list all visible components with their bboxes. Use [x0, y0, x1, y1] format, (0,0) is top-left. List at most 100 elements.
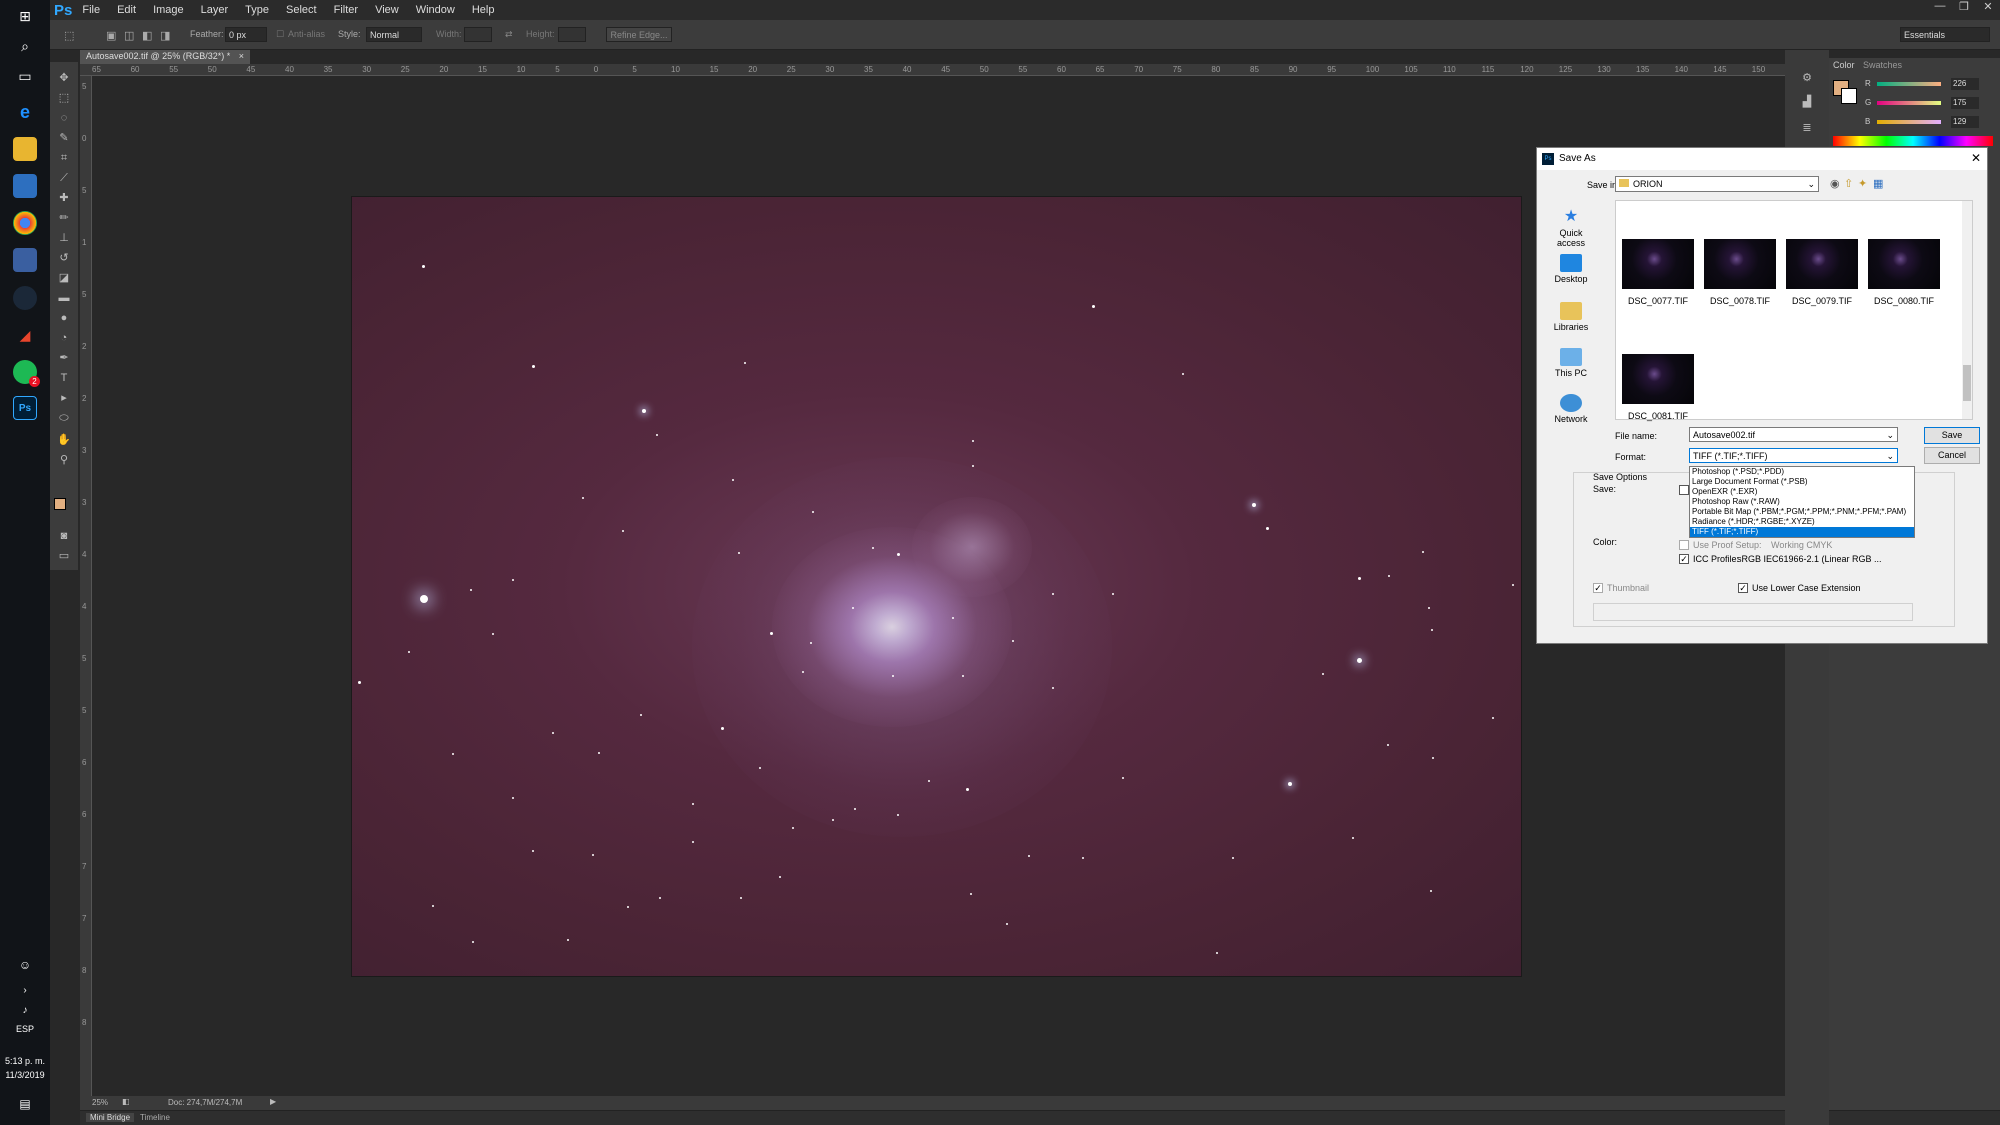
new-folder-icon[interactable]: ✦ — [1858, 177, 1867, 190]
app-icon[interactable]: ◢ — [13, 323, 37, 347]
file-item[interactable]: DSC_0078.TIF — [1704, 239, 1776, 306]
photoshop-taskbar-icon[interactable]: Ps — [13, 396, 37, 420]
menu-layer[interactable]: Layer — [201, 4, 229, 16]
file-list-scrollbar[interactable] — [1962, 201, 1972, 419]
quick-mask-icon[interactable]: ◙ — [56, 528, 72, 544]
orion-nebula-image[interactable] — [351, 196, 1522, 977]
menu-help[interactable]: Help — [472, 4, 495, 16]
swap-icon[interactable]: ⇄ — [505, 29, 513, 40]
blur-tool-icon[interactable]: ● — [56, 310, 72, 326]
chat-app-icon[interactable]: 2 — [13, 360, 40, 387]
format-option[interactable]: Photoshop (*.PSD;*.PDD) — [1690, 467, 1914, 477]
lasso-tool-icon[interactable]: ◌ — [56, 110, 72, 126]
vertical-ruler[interactable]: 5 0 5 1 5 2 2 3 3 4 4 5 5 6 6 7 7 8 8 — [80, 76, 92, 1096]
pen-tool-icon[interactable]: ✒ — [56, 350, 72, 366]
file-item[interactable]: DSC_0079.TIF — [1786, 239, 1858, 306]
document-tab[interactable]: Autosave002.tif @ 25% (RGB/32*) * × — [80, 50, 250, 64]
nav-network[interactable]: Network — [1549, 394, 1593, 424]
store-icon[interactable] — [13, 174, 37, 198]
format-option-selected[interactable]: TIFF (*.TIF;*.TIFF) — [1690, 527, 1914, 537]
task-view-icon[interactable]: ▭ — [13, 64, 37, 88]
style-select[interactable]: Normal — [366, 27, 422, 42]
save-button[interactable]: Save — [1924, 427, 1980, 444]
height-input[interactable] — [558, 27, 586, 42]
history-panel-icon[interactable]: ⚙ — [1799, 70, 1815, 86]
up-folder-icon[interactable]: ⇧ — [1844, 177, 1853, 190]
file-explorer-icon[interactable] — [13, 137, 37, 161]
tab-swatches[interactable]: Swatches — [1863, 60, 1902, 70]
menu-view[interactable]: View — [375, 4, 399, 16]
minimize-icon[interactable]: — — [1928, 0, 1952, 14]
subtract-selection-icon[interactable]: ◧ — [142, 29, 152, 42]
zoom-tool-icon[interactable]: ⚲ — [56, 452, 72, 468]
intersect-selection-icon[interactable]: ◨ — [160, 29, 170, 42]
screen-mode-icon[interactable]: ▭ — [56, 548, 72, 564]
feather-input[interactable]: 0 px — [225, 27, 267, 42]
add-selection-icon[interactable]: ◫ — [124, 29, 134, 42]
path-selection-icon[interactable]: ▸ — [56, 390, 72, 406]
view-menu-icon[interactable]: ▦ — [1873, 177, 1883, 190]
dialog-close-icon[interactable]: ✕ — [1971, 151, 1981, 165]
hand-tool-icon[interactable]: ✋ — [56, 432, 72, 448]
marquee-tool-icon[interactable]: ⬚ — [56, 90, 72, 106]
menu-file[interactable]: File — [82, 4, 100, 16]
filename-input[interactable]: Autosave002.tif ⌄ — [1689, 427, 1898, 442]
file-item[interactable]: DSC_0077.TIF — [1622, 239, 1694, 306]
eraser-icon[interactable]: ◪ — [56, 270, 72, 286]
file-item[interactable]: DSC_0081.TIF — [1622, 354, 1694, 421]
windows-start-icon[interactable]: ⊞ — [13, 4, 37, 28]
format-option[interactable]: OpenEXR (*.EXR) — [1690, 487, 1914, 497]
format-option[interactable]: Large Document Format (*.PSB) — [1690, 477, 1914, 487]
scrollbar-thumb[interactable] — [1963, 365, 1971, 401]
thumbnail-checkbox[interactable]: ✓ — [1593, 583, 1603, 593]
share-icon[interactable]: ◧ — [122, 1097, 130, 1106]
status-menu-arrow-icon[interactable]: ▶ — [270, 1097, 276, 1106]
channel-r-slider[interactable] — [1877, 82, 1941, 86]
file-list[interactable]: DSC_0077.TIF DSC_0078.TIF DSC_0079.TIF D… — [1615, 200, 1973, 421]
tab-timeline[interactable]: Timeline — [140, 1113, 170, 1122]
clock-time[interactable]: 5:13 p. m. — [0, 1056, 50, 1066]
lower-case-checkbox[interactable]: ✓ — [1738, 583, 1748, 593]
nav-desktop[interactable]: Desktop — [1549, 254, 1593, 284]
panel-background-swatch[interactable] — [1841, 88, 1857, 104]
horizontal-ruler[interactable]: 65 60 55 50 45 40 35 30 25 20 15 10 5 0 5 10 15 20 25 30 35 4… — [80, 64, 1997, 76]
channel-b-value[interactable]: 129 — [1951, 116, 1979, 128]
menu-edit[interactable]: Edit — [117, 4, 136, 16]
width-input[interactable] — [464, 27, 492, 42]
file-item[interactable]: DSC_0080.TIF — [1868, 239, 1940, 306]
people-icon[interactable]: ☺ — [13, 953, 37, 977]
channel-g-slider[interactable] — [1877, 101, 1941, 105]
cancel-button[interactable]: Cancel — [1924, 447, 1980, 464]
color-ramp[interactable] — [1833, 136, 1993, 146]
search-icon[interactable]: ⌕ — [13, 34, 37, 58]
menu-image[interactable]: Image — [153, 4, 184, 16]
healing-brush-icon[interactable]: ✚ — [56, 190, 72, 206]
dodge-tool-icon[interactable]: ◔ — [56, 330, 72, 346]
crop-tool-icon[interactable]: ⌗ — [56, 150, 72, 166]
icc-profile-checkbox[interactable]: ✓ — [1679, 554, 1689, 564]
zoom-level[interactable]: 25% — [92, 1098, 108, 1107]
menu-select[interactable]: Select — [286, 4, 317, 16]
nav-libraries[interactable]: Libraries — [1549, 302, 1593, 332]
history-brush-icon[interactable]: ↺ — [56, 250, 72, 266]
format-option[interactable]: Radiance (*.HDR;*.RGBE;*.XYZE) — [1690, 517, 1914, 527]
chrome-icon[interactable] — [13, 211, 37, 235]
back-icon[interactable]: ◉ — [1830, 177, 1840, 190]
brush-tool-icon[interactable]: ✏ — [56, 210, 72, 226]
use-proof-setup-checkbox[interactable] — [1679, 540, 1689, 550]
close-icon[interactable]: ✕ — [1976, 0, 2000, 14]
photos-icon[interactable] — [13, 248, 37, 272]
tab-color[interactable]: Color — [1833, 60, 1855, 70]
format-select[interactable]: TIFF (*.TIF;*.TIFF) ⌄ — [1689, 448, 1898, 463]
refine-edge-button[interactable]: Refine Edge... — [606, 27, 672, 42]
close-tab-icon[interactable]: × — [239, 51, 244, 61]
nav-quick-access[interactable]: ★ Quick access — [1549, 208, 1593, 248]
gradient-tool-icon[interactable]: ▬ — [56, 290, 72, 306]
histogram-panel-icon[interactable]: ▟ — [1799, 94, 1815, 110]
move-tool-icon[interactable]: ✥ — [56, 70, 72, 86]
clone-stamp-icon[interactable]: ⊥ — [56, 230, 72, 246]
save-option-checkbox[interactable] — [1679, 485, 1689, 495]
clock-date[interactable]: 11/3/2019 — [0, 1070, 50, 1080]
restore-icon[interactable]: ❐ — [1952, 0, 1976, 14]
save-in-select[interactable]: ORION ⌄ — [1615, 176, 1819, 192]
